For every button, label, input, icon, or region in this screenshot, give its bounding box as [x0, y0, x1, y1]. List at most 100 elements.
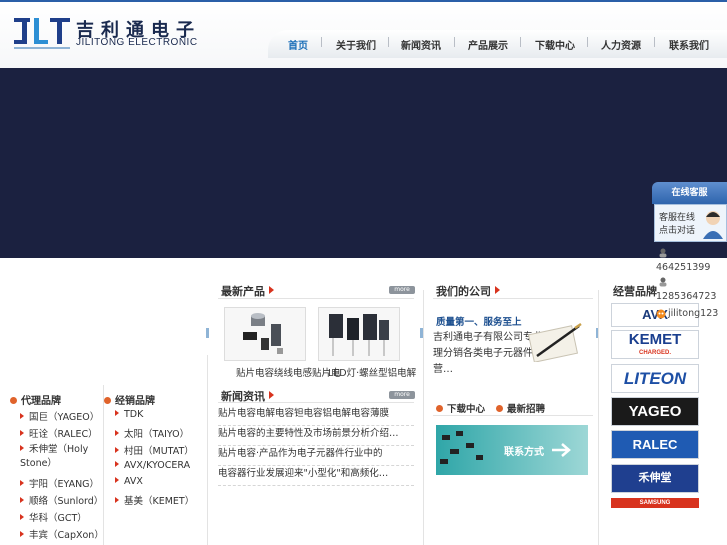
- dist-title: 经销品牌: [115, 396, 155, 407]
- column-divider: [103, 385, 104, 545]
- nav-separator: [654, 37, 655, 47]
- kemet-name: KEMET: [628, 331, 682, 348]
- dist-item-label: 太阳（TAIYO）: [124, 429, 190, 440]
- bullet-icon: [20, 514, 24, 520]
- bullet-icon: [115, 497, 119, 503]
- dist-item-label: AVX/KYOCERA: [124, 460, 191, 471]
- dist-item-label: 基美（KEMET）: [124, 496, 195, 507]
- wangwang-icon[interactable]: [656, 309, 666, 319]
- chat-title: 在线客服: [652, 182, 727, 204]
- electrolytic-capacitor-icon: [329, 314, 389, 356]
- jobs-link[interactable]: 最新招聘: [496, 401, 545, 415]
- chat-line-2: 点击对话: [659, 226, 696, 236]
- dist-item-label: AVX: [124, 476, 143, 487]
- products-title: 最新产品: [221, 285, 265, 298]
- dist-item[interactable]: 太阳（TAIYO）: [115, 426, 189, 440]
- agency-item-label: 宇阳（EYANG）: [29, 479, 100, 490]
- brand-logo-partial[interactable]: SAMSUNG: [611, 498, 699, 508]
- nav-hr[interactable]: 人力资源: [601, 37, 641, 52]
- brand-logo-kemet[interactable]: KEMET CHARGED.: [611, 330, 699, 359]
- agency-item[interactable]: 华科（GCT）: [20, 510, 87, 524]
- qq-icon[interactable]: [658, 248, 668, 258]
- agency-title: 代理品牌: [21, 396, 61, 407]
- column-divider: [598, 290, 599, 545]
- news-divider: [218, 402, 414, 403]
- agency-item-label: 国巨（YAGEO）: [29, 412, 100, 423]
- dist-item[interactable]: AVX/KYOCERA: [115, 460, 190, 471]
- arrow-icon: [269, 391, 274, 399]
- product-image-led[interactable]: [318, 307, 400, 361]
- brand-logo-liteon[interactable]: LITEON: [611, 364, 699, 393]
- qq-icon[interactable]: [658, 277, 668, 287]
- products-heading: 最新产品: [221, 283, 274, 299]
- nav-contact[interactable]: 联系我们: [669, 37, 709, 52]
- skype-id[interactable]: jilitong123: [668, 308, 718, 319]
- news-item[interactable]: 电容器行业发展迎来"小型化"和高频化…: [218, 466, 414, 486]
- arrow-icon: [269, 286, 274, 294]
- bullet-icon: [115, 430, 119, 436]
- download-icon: [436, 405, 443, 412]
- hero-banner: [0, 68, 727, 258]
- jlt-logo[interactable]: [12, 14, 72, 54]
- dist-heading: 经销品牌: [104, 392, 155, 407]
- nav-separator: [587, 37, 588, 47]
- brands-heading: 经营品牌: [613, 285, 657, 298]
- products-more-button[interactable]: more: [389, 286, 415, 294]
- news-more-button[interactable]: more: [389, 391, 415, 399]
- agency-item-label: 丰宾（CapXon）: [29, 530, 104, 541]
- dist-item[interactable]: 村田（MUTAT）: [115, 443, 194, 457]
- contact-banner[interactable]: 联系方式: [436, 425, 588, 475]
- bullet-icon: [20, 480, 24, 486]
- agency-item[interactable]: 旺诠（RALEC）: [20, 426, 98, 440]
- dist-item[interactable]: TDK: [115, 409, 143, 420]
- download-label: 下载中心: [447, 404, 486, 415]
- scroll-left-marker: [206, 328, 209, 338]
- agency-item[interactable]: 国巨（YAGEO）: [20, 409, 99, 423]
- qq-number-1[interactable]: 464251399: [656, 262, 710, 273]
- nav-home[interactable]: 首页: [288, 37, 308, 52]
- agency-item[interactable]: 禾伸堂（Holy Stone）: [20, 443, 102, 471]
- bullet-icon: [115, 447, 119, 453]
- page: 吉利通电子 JILITONG ELECTRONIC 首页 关于我们 新闻资讯 产…: [0, 0, 727, 545]
- company-heading: 我们的公司: [436, 283, 500, 299]
- qq-number-2[interactable]: 1285364723: [656, 291, 716, 302]
- category-icon: [104, 397, 111, 404]
- bullet-icon: [20, 413, 24, 419]
- nav-about[interactable]: 关于我们: [336, 37, 376, 52]
- product-caption[interactable]: LED灯·螺丝型铝电解: [328, 365, 416, 379]
- news-item[interactable]: 贴片电容·产品作为电子元器件行业中的: [218, 446, 414, 466]
- news-item[interactable]: 贴片电容电解电容钽电容铝电解电容薄膜: [218, 406, 414, 426]
- chat-open-button[interactable]: 客服在线 点击对话: [654, 204, 727, 242]
- download-link[interactable]: 下载中心: [436, 401, 485, 415]
- agency-item[interactable]: 顺络（Sunlord）: [20, 493, 103, 507]
- brand-logo-yageo[interactable]: YAGEO: [611, 397, 699, 426]
- column-divider: [423, 290, 424, 545]
- agency-item[interactable]: 丰宾（CapXon）: [20, 527, 104, 541]
- nav-separator: [454, 37, 455, 47]
- bullet-icon: [20, 430, 24, 436]
- capacitor-image-icon: [243, 313, 283, 354]
- company-title: 我们的公司: [436, 285, 491, 298]
- product-image-smd[interactable]: [224, 307, 306, 361]
- nav-separator: [520, 37, 521, 47]
- brand-logo-ralec[interactable]: RALEC: [611, 430, 699, 459]
- news-item[interactable]: 贴片电容的主要特性及市场前景分析介绍…: [218, 426, 414, 446]
- product-caption[interactable]: 贴片电容绕线电感贴片电: [236, 365, 341, 379]
- nav-separator: [321, 37, 322, 47]
- jobs-label: 最新招聘: [507, 404, 546, 415]
- arrow-icon: [495, 286, 500, 294]
- dist-item[interactable]: 基美（KEMET）: [115, 493, 194, 507]
- brand-logo-holystone[interactable]: 禾伸堂: [611, 464, 699, 493]
- agent-avatar-icon: [703, 211, 723, 239]
- agency-item[interactable]: 宇阳（EYANG）: [20, 476, 99, 490]
- bullet-icon: [20, 497, 24, 503]
- dist-item[interactable]: AVX: [115, 476, 143, 487]
- nav-separator: [388, 37, 389, 47]
- bullet-icon: [115, 410, 119, 416]
- nav-download[interactable]: 下载中心: [535, 37, 575, 52]
- dist-item-label: 村田（MUTAT）: [124, 446, 194, 457]
- components-image-icon: [440, 431, 483, 464]
- nav-products[interactable]: 产品展示: [468, 37, 508, 52]
- products-divider: [218, 298, 414, 299]
- nav-news[interactable]: 新闻资讯: [401, 37, 441, 52]
